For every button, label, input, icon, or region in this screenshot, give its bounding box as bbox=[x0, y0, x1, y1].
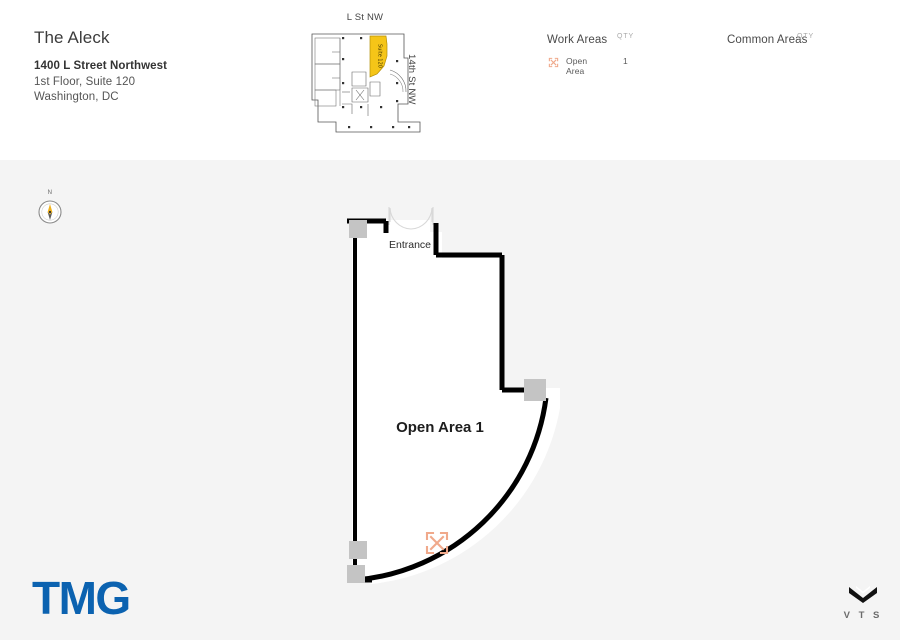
legend-work-areas-qty-header: QTY bbox=[617, 33, 635, 40]
open-area-expand-icon bbox=[548, 57, 559, 68]
column-mid-left bbox=[349, 541, 367, 559]
key-plan-diagram: Suite 120 bbox=[311, 33, 421, 133]
key-plan-suite-label: Suite 120 bbox=[377, 44, 383, 68]
vts-wordmark: V T S bbox=[843, 610, 883, 621]
legend-common-areas-qty-header: QTY bbox=[797, 33, 815, 40]
legend-work-areas-header: Work Areas QTY bbox=[547, 30, 633, 48]
floor-plan-drawing[interactable]: Entrance Open Area 1 bbox=[0, 160, 900, 640]
page-title: The Aleck bbox=[34, 28, 110, 47]
floor-fill-main bbox=[352, 220, 560, 584]
property-address-city: Washington, DC bbox=[34, 91, 119, 103]
vts-logo: V T S bbox=[841, 585, 885, 621]
key-plan-street-label-top: L St NW bbox=[346, 12, 384, 23]
legend-common-areas: Common Areas QTY bbox=[727, 30, 813, 48]
floor-plan-canvas[interactable]: N Entrance Open Area 1 TMG V T S bbox=[0, 160, 900, 640]
entrance-label: Entrance bbox=[389, 239, 431, 251]
header-bar: The Aleck 1400 L Street Northwest 1st Fl… bbox=[0, 0, 900, 160]
column-top-left bbox=[349, 220, 367, 238]
legend-qty-open-area: 1 bbox=[623, 56, 628, 66]
legend-common-areas-header: Common Areas QTY bbox=[727, 30, 813, 48]
column-right bbox=[524, 379, 546, 401]
property-address-street: 1400 L Street Northwest bbox=[34, 60, 168, 72]
tmg-wordmark: TMG bbox=[32, 572, 131, 624]
vts-chevron-icon bbox=[849, 586, 877, 603]
property-address-floor-suite: 1st Floor, Suite 120 bbox=[34, 76, 136, 88]
key-plan-thumbnail[interactable]: L St NW 14th St NW Suite 120 bbox=[305, 12, 440, 137]
property-info-block: The Aleck 1400 L Street Northwest 1st Fl… bbox=[34, 28, 167, 106]
tmg-logo: TMG bbox=[32, 572, 131, 624]
legend-label-open-area: Open Area bbox=[566, 56, 588, 76]
legend-work-areas: Work Areas QTY Open Area 1 bbox=[547, 30, 633, 76]
legend-work-areas-title: Work Areas bbox=[547, 34, 608, 46]
column-bottom-left bbox=[347, 565, 365, 583]
space-name-label: Open Area 1 bbox=[396, 419, 484, 436]
legend-row-open-area[interactable]: Open Area 1 bbox=[547, 56, 628, 76]
legend-common-areas-title: Common Areas bbox=[727, 34, 808, 46]
